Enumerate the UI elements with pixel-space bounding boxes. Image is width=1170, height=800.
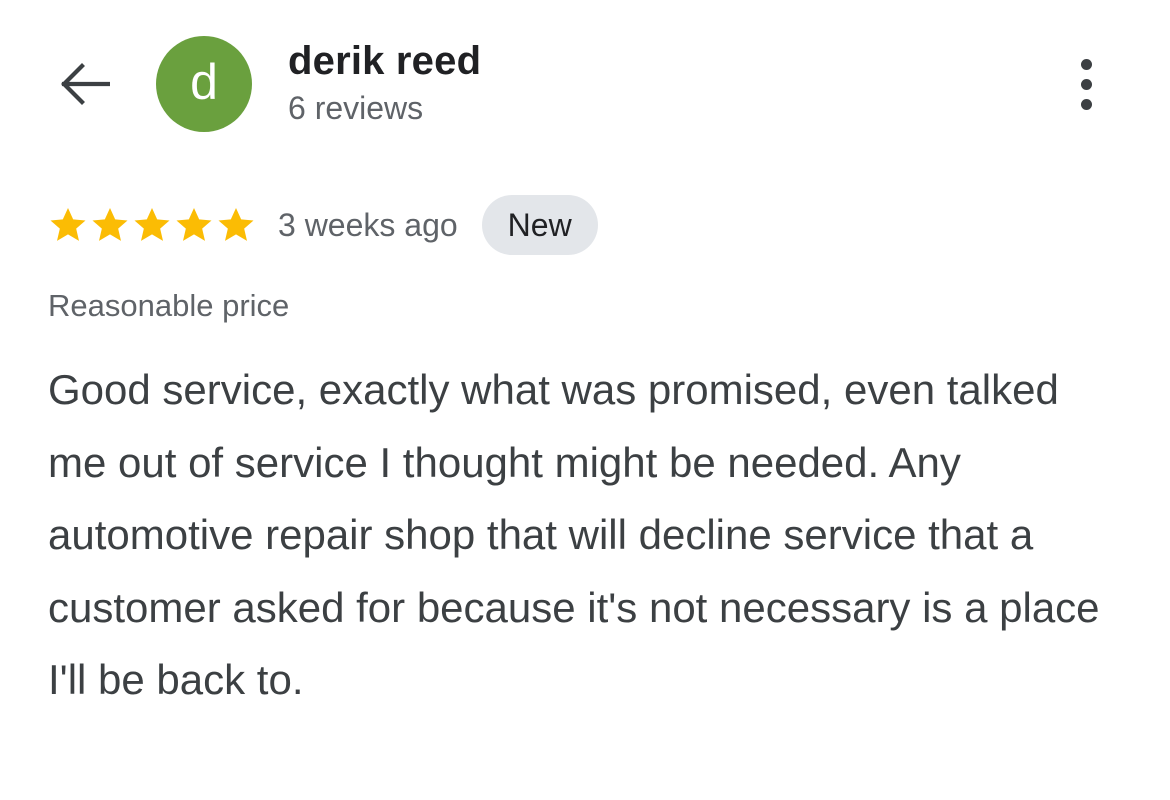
back-button[interactable]: [52, 52, 116, 116]
review-meta: 3 weeks ago New: [48, 194, 598, 256]
more-vert-icon-dot: [1080, 98, 1092, 110]
review-text: Good service, exactly what was promised,…: [48, 366, 1100, 703]
avatar[interactable]: d: [156, 36, 252, 132]
star-rating: [48, 205, 256, 245]
star-icon: [218, 208, 254, 241]
more-vert-icon-dot: [1080, 58, 1092, 70]
avatar-initial: d: [190, 54, 218, 110]
star-icon: [134, 208, 170, 241]
star-icon: [176, 208, 212, 241]
review-time: 3 weeks ago: [278, 206, 458, 243]
author-review-count: 6 reviews: [288, 90, 424, 126]
new-badge: New: [481, 195, 598, 255]
arrow-left-icon: [61, 63, 110, 105]
review-page: d derik reed 6 reviews 3 weeks ago New R…: [0, 0, 1170, 800]
star-icon: [50, 208, 86, 241]
author-name[interactable]: derik reed: [288, 38, 481, 84]
more-vert-icon-dot: [1080, 78, 1092, 90]
author-info: derik reed 6 reviews: [288, 38, 481, 130]
review-attribute: Reasonable price: [48, 288, 290, 323]
more-options-button[interactable]: [1060, 54, 1112, 114]
star-icon: [92, 208, 128, 241]
